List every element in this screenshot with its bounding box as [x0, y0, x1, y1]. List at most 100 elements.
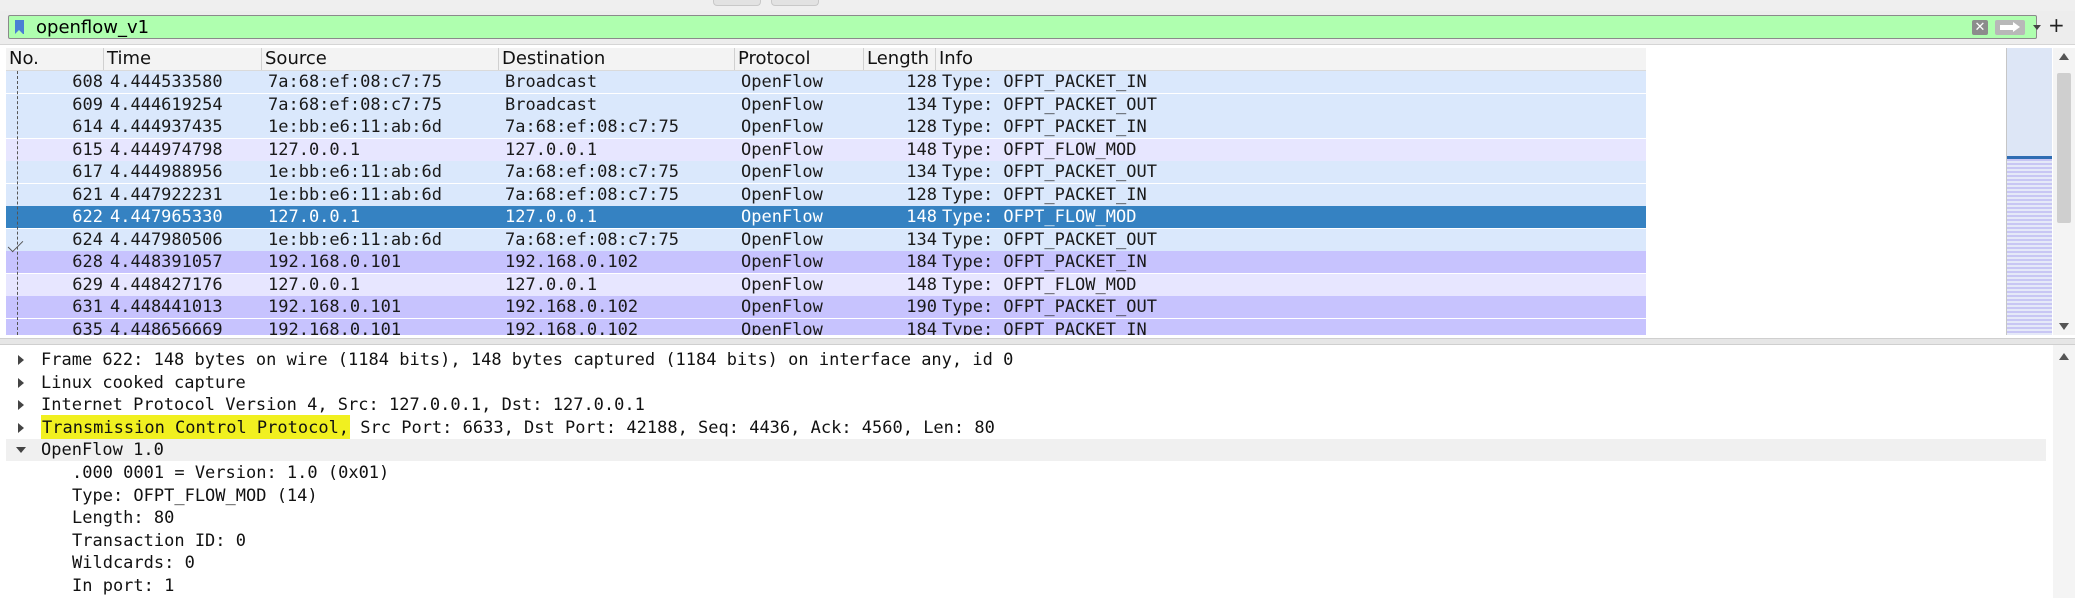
- cell-info: Type: OFPT_FLOW_MOD: [942, 274, 1137, 295]
- scroll-up-arrow-icon[interactable]: [2059, 353, 2069, 360]
- cell-source: 7a:68:ef:08:c7:75: [268, 72, 442, 92]
- detail-tree-item[interactable]: Wildcards: 0: [6, 552, 2046, 574]
- packet-row[interactable]: 617 4.444988956 1e:bb:e6:11:ab:6d 7a:68:ef:…: [6, 161, 1646, 183]
- collapse-arrow-icon[interactable]: [16, 447, 26, 454]
- cell-time: 4.447980506: [110, 229, 223, 250]
- detail-tree-item[interactable]: Length: 80: [6, 507, 2046, 529]
- detail-tree-item[interactable]: .000 0001 = Version: 1.0 (0x01): [6, 462, 2046, 484]
- detail-tree-item[interactable]: Linux cooked capture: [6, 372, 2046, 394]
- packet-row[interactable]: 614 4.444937435 1e:bb:e6:11:ab:6d 7a:68:ef:…: [6, 116, 1646, 138]
- detail-text-value: Transaction ID: 0: [72, 530, 246, 551]
- column-header-destination[interactable]: Destination: [499, 48, 735, 70]
- column-header-time[interactable]: Time: [104, 48, 262, 70]
- packet-row[interactable]: 621 4.447922231 1e:bb:e6:11:ab:6d 7a:68:ef:…: [6, 183, 1646, 206]
- cell-time: 4.447965330: [110, 207, 223, 227]
- cell-destination: 127.0.0.1: [505, 207, 598, 227]
- packet-row[interactable]: 635 4.448656669 192.168.0.101 192.168.0.102…: [6, 318, 1646, 336]
- cell-no: 609: [72, 94, 103, 115]
- cell-source: 192.168.0.101: [268, 319, 402, 336]
- packet-minimap[interactable]: [2006, 48, 2052, 335]
- cell-destination: 192.168.0.102: [505, 297, 639, 317]
- cell-time: 4.447922231: [110, 184, 223, 205]
- detail-text-value: Type: OFPT_FLOW_MOD (14): [72, 485, 318, 506]
- packet-list-rows: 608 4.444533580 7a:68:ef:08:c7:75 Broadcast…: [6, 71, 1646, 335]
- cell-time: 4.448427176: [110, 274, 223, 295]
- bookmark-icon[interactable]: [15, 20, 24, 34]
- expand-arrow-icon[interactable]: [18, 377, 24, 388]
- expand-arrow-icon[interactable]: [18, 422, 24, 433]
- packet-row[interactable]: 615 4.444974798 127.0.0.1 127.0.0.1 OpenFlow…: [6, 138, 1646, 161]
- expand-arrow-icon[interactable]: [18, 355, 24, 365]
- cell-info: Type: OFPT_PACKET_OUT: [942, 162, 1157, 182]
- cell-protocol: OpenFlow: [741, 274, 823, 295]
- detail-tree-item[interactable]: Transmission Control Protocol, Src Port:…: [6, 414, 2046, 441]
- apply-filter-icon[interactable]: [1995, 20, 2025, 35]
- column-header-length[interactable]: Length: [864, 48, 936, 70]
- add-filter-button-icon[interactable]: +: [2048, 13, 2065, 37]
- packet-details-tree[interactable]: Frame 622: 148 bytes on wire (1184 bits)…: [0, 345, 2075, 598]
- cell-time: 4.444619254: [110, 94, 223, 115]
- packet-row[interactable]: 631 4.448441013 192.168.0.101 192.168.0.102…: [6, 296, 1646, 318]
- filter-dropdown-icon[interactable]: [2033, 25, 2041, 30]
- cell-protocol: OpenFlow: [741, 72, 823, 92]
- details-scrollbar[interactable]: [2053, 345, 2075, 598]
- packet-list-header: No. Time Source Destination Protocol Len…: [6, 48, 1646, 71]
- cell-info: Type: OFPT_PACKET_IN: [942, 117, 1147, 137]
- scroll-down-arrow-icon[interactable]: [2059, 323, 2069, 330]
- packet-row[interactable]: 608 4.444533580 7a:68:ef:08:c7:75 Broadcast…: [6, 71, 1646, 93]
- detail-tree-item[interactable]: In port: 1: [6, 575, 2046, 597]
- packet-row[interactable]: 624 4.447980506 1e:bb:e6:11:ab:6d 7a:68:ef:…: [6, 228, 1646, 251]
- detail-text-value: Linux cooked capture: [41, 372, 246, 393]
- detail-tree-item[interactable]: Internet Protocol Version 4, Src: 127.0.…: [6, 394, 2046, 416]
- detail-text: Linux cooked capture: [41, 372, 246, 394]
- toolbar-button[interactable]: [771, 0, 819, 6]
- cell-source: 192.168.0.101: [268, 252, 402, 272]
- packet-row[interactable]: 629 4.448427176 127.0.0.1 127.0.0.1 OpenFlow…: [6, 273, 1646, 296]
- column-header-info[interactable]: Info: [936, 48, 1646, 70]
- cell-length: 134: [906, 229, 937, 250]
- cell-protocol: OpenFlow: [741, 94, 823, 115]
- scroll-up-arrow-icon[interactable]: [2059, 53, 2069, 60]
- display-filter-input[interactable]: [36, 17, 1956, 37]
- cell-info: Type: OFPT_PACKET_IN: [942, 319, 1147, 336]
- cell-no: 608: [72, 72, 103, 92]
- detail-tree-item[interactable]: OpenFlow 1.0: [6, 439, 2046, 462]
- column-header-protocol[interactable]: Protocol: [735, 48, 864, 70]
- cell-info: Type: OFPT_PACKET_IN: [942, 252, 1147, 272]
- toolbar-button[interactable]: [713, 0, 761, 6]
- clear-filter-icon[interactable]: ✕: [1972, 20, 1988, 35]
- cell-source: 127.0.0.1: [268, 274, 361, 295]
- cell-destination: 7a:68:ef:08:c7:75: [505, 117, 679, 137]
- related-packet-indicator: [17, 71, 18, 335]
- cell-no: 635: [72, 319, 103, 336]
- packet-list[interactable]: No. Time Source Destination Protocol Len…: [0, 45, 2075, 338]
- cell-protocol: OpenFlow: [741, 297, 823, 317]
- column-header-no[interactable]: No.: [6, 48, 104, 70]
- scrollbar-thumb[interactable]: [2057, 73, 2071, 223]
- cell-length: 134: [906, 162, 937, 182]
- cell-no: 631: [72, 297, 103, 317]
- pane-splitter[interactable]: [0, 338, 2075, 345]
- packet-list-scrollbar[interactable]: [2053, 48, 2075, 335]
- cell-length: 184: [906, 252, 937, 272]
- cell-no: 614: [72, 117, 103, 137]
- packet-row[interactable]: 628 4.448391057 192.168.0.101 192.168.0.102…: [6, 251, 1646, 273]
- detail-tree-item[interactable]: Type: OFPT_FLOW_MOD (14): [6, 485, 2046, 507]
- cell-length: 128: [906, 117, 937, 137]
- cell-length: 128: [906, 72, 937, 92]
- cell-info: Type: OFPT_FLOW_MOD: [942, 207, 1137, 227]
- detail-tree-item[interactable]: Transaction ID: 0: [6, 530, 2046, 552]
- cell-source: 192.168.0.101: [268, 297, 402, 317]
- cell-protocol: OpenFlow: [741, 319, 823, 336]
- cell-no: 629: [72, 274, 103, 295]
- cell-source: 127.0.0.1: [268, 139, 361, 160]
- column-header-source[interactable]: Source: [262, 48, 499, 70]
- display-filter-field[interactable]: ✕: [8, 15, 2041, 39]
- cell-protocol: OpenFlow: [741, 207, 823, 227]
- cell-length: 190: [906, 297, 937, 317]
- expand-arrow-icon[interactable]: [18, 400, 24, 411]
- detail-text-value: Length: 80: [72, 508, 175, 529]
- packet-row[interactable]: 609 4.444619254 7a:68:ef:08:c7:75 Broadcast…: [6, 93, 1646, 116]
- detail-tree-item[interactable]: Frame 622: 148 bytes on wire (1184 bits)…: [6, 349, 2046, 371]
- selected-packet-row[interactable]: 622 4.447965330 127.0.0.1 127.0.0.1 OpenFlow…: [6, 206, 1646, 228]
